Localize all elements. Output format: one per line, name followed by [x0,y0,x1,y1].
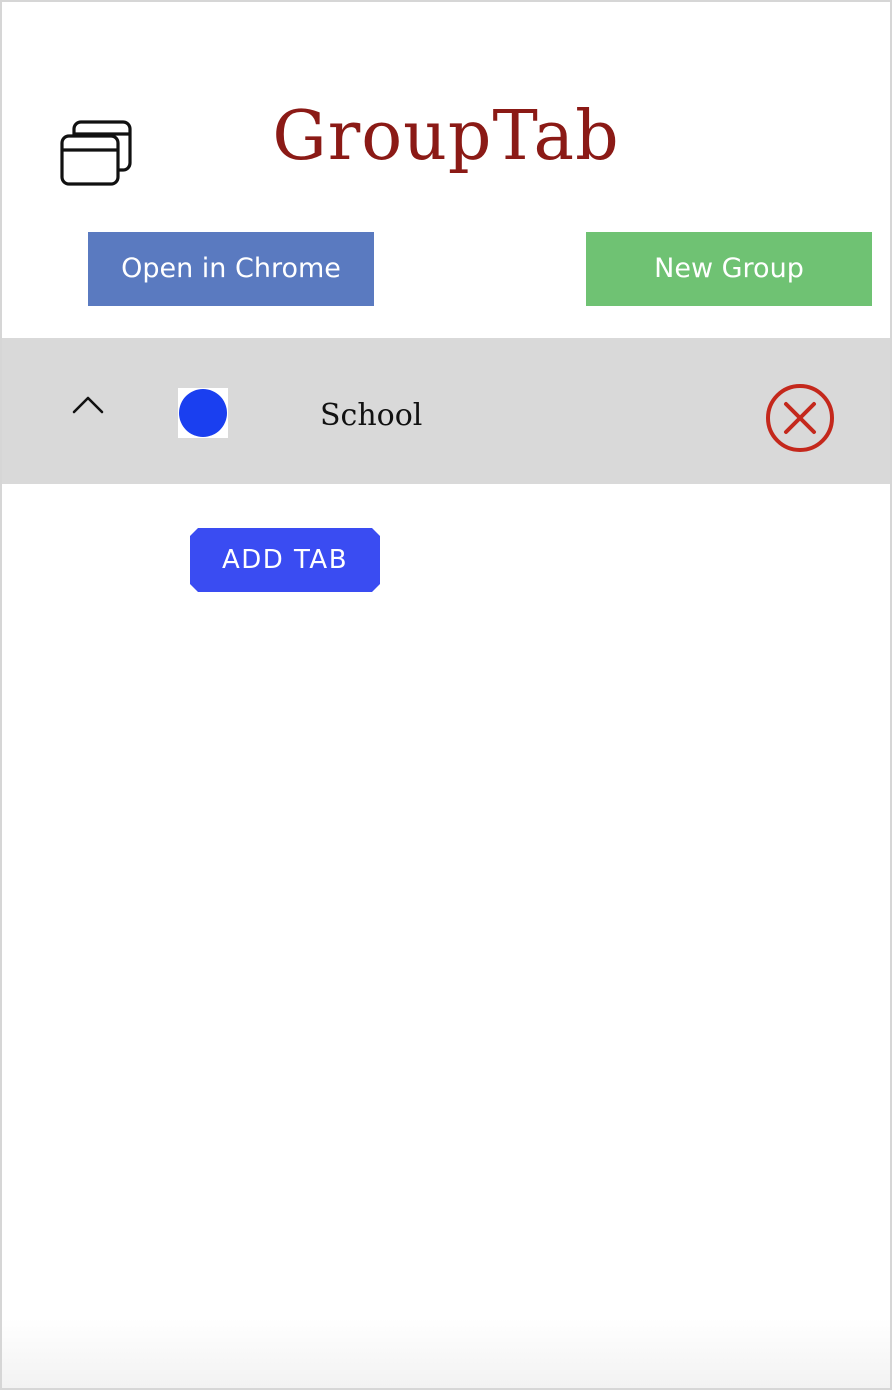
add-tab-button[interactable]: ADD TAB [190,528,380,592]
group-name[interactable]: School [320,394,422,438]
group-color-dot [179,389,227,437]
close-circle-icon[interactable] [764,382,836,454]
new-group-button[interactable]: New Group [586,232,872,306]
open-in-chrome-button[interactable]: Open in Chrome [88,232,374,306]
popup-window: GroupTab Open in Chrome New Group School… [0,0,892,1390]
group-row-school: School [2,338,890,484]
app-title: GroupTab [272,97,620,176]
chevron-up-icon[interactable] [68,388,108,418]
group-color-picker[interactable] [178,388,228,438]
